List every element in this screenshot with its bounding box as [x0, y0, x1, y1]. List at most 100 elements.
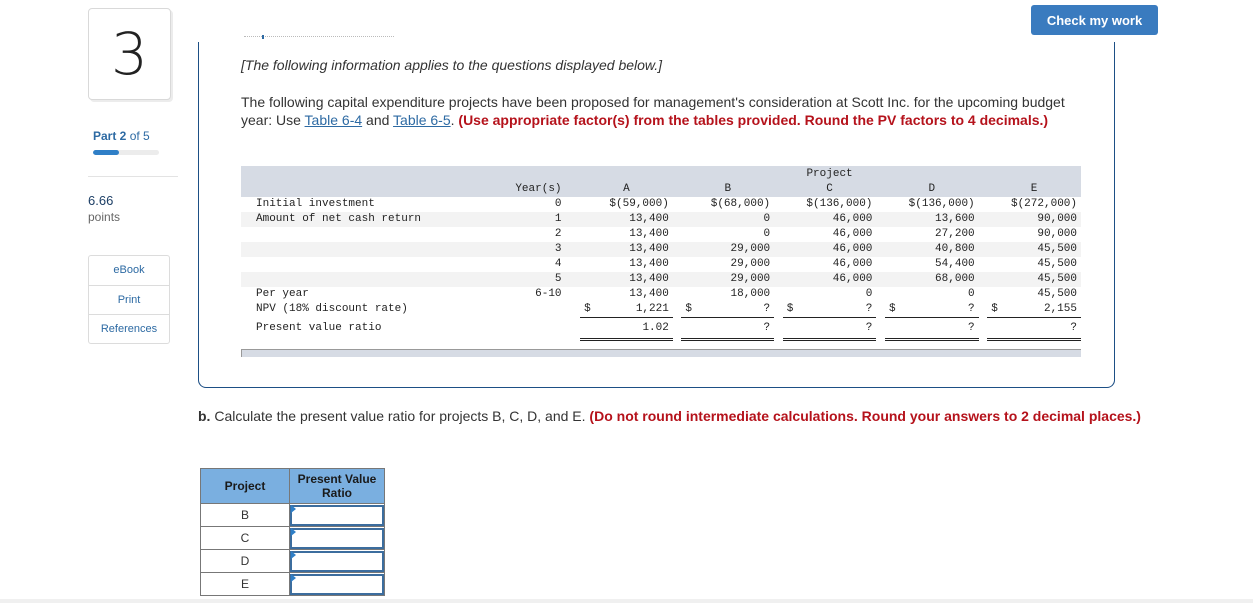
row-value: 90,000 — [1037, 228, 1077, 240]
row-value: 68,000 — [884, 272, 979, 287]
npv-row: NPV (18% discount rate) $1,221 $? $? $? … — [241, 302, 1081, 318]
group-header-project: Project — [782, 166, 877, 182]
answer-table: Project Present Value Ratio B C D E — [200, 468, 385, 596]
row-value: 13,400 — [629, 258, 669, 270]
check-my-work-button[interactable]: Check my work — [1031, 5, 1158, 35]
row-value: 40,800 — [884, 242, 979, 257]
part-current: Part 2 — [93, 129, 127, 143]
answer-project-label: D — [200, 549, 290, 573]
row-value: 46,000 — [782, 272, 877, 287]
answer-input-cell — [289, 572, 385, 596]
row-value: 45,500 — [987, 242, 1081, 257]
row-value: 13,400 — [580, 212, 673, 227]
row-label — [241, 242, 499, 257]
table-footer-bar — [241, 349, 1081, 357]
answer-input-cell — [289, 549, 385, 573]
answer-input-cell — [289, 526, 385, 550]
part-indicator: Part 2 of 5 — [93, 129, 150, 143]
pvr-c: ? — [782, 317, 877, 341]
pvr-e: ? — [987, 317, 1081, 341]
pvr-b: ? — [681, 317, 775, 341]
row-value: 90,000 — [987, 212, 1081, 227]
row-label — [241, 227, 499, 242]
input-marker-icon — [291, 551, 296, 559]
row-year: 0 — [554, 198, 562, 210]
npv-a: $1,221 — [580, 302, 673, 318]
print-link[interactable]: Print — [89, 285, 169, 314]
scroll-indicator — [244, 35, 394, 40]
answer-project-label: B — [200, 503, 290, 527]
row-value: $(272,000) — [1010, 198, 1077, 210]
answer-project-label: C — [200, 526, 290, 550]
npv-label: NPV (18% discount rate) — [256, 303, 408, 316]
row-year: 3 — [498, 242, 572, 257]
sidebar-divider — [88, 176, 178, 177]
row-value: $(68,000) — [710, 198, 771, 210]
question-number: 3 — [88, 8, 171, 100]
part-total: of 5 — [126, 129, 150, 143]
row-year: 2 — [554, 228, 562, 240]
year-header: Year(s) — [498, 182, 572, 197]
table-header-group-row: Project — [241, 166, 1081, 182]
bottom-bar — [0, 599, 1253, 603]
cash-flow-row: 3 13,400 29,000 46,000 40,800 45,500 — [241, 242, 1081, 257]
question-b-instruction: (Do not round intermediate calculations.… — [589, 408, 1141, 424]
input-marker-icon — [291, 574, 296, 582]
points-value: 6.66 — [88, 193, 114, 208]
row-label: Initial investment — [256, 198, 375, 210]
row-value: 45,500 — [1037, 258, 1077, 270]
row-value: 13,400 — [580, 272, 673, 287]
project-header-a: A — [580, 182, 673, 197]
answer-col-project: Project — [200, 468, 290, 504]
question-b-text: Calculate the present value ratio for pr… — [210, 408, 590, 424]
npv-e: $2,155 — [987, 302, 1081, 318]
answer-row: D — [200, 549, 385, 573]
intro-note: [The following information applies to th… — [241, 57, 663, 73]
npv-b: $? — [681, 302, 775, 318]
row-year: 1 — [498, 212, 572, 227]
row-value: 45,500 — [1037, 288, 1077, 300]
pv-ratio-input-e[interactable] — [290, 573, 384, 595]
project-header-e: E — [987, 182, 1081, 197]
ebook-link[interactable]: eBook — [89, 256, 169, 285]
answer-col-pv-ratio: Present Value Ratio — [289, 468, 385, 504]
project-header-c: C — [782, 182, 877, 197]
row-value: $(136,000) — [806, 198, 873, 210]
projects-data-table: Project Year(s) A B C D E Initial invest… — [241, 166, 1081, 357]
pv-ratio-input-b[interactable] — [290, 504, 384, 526]
row-value: 27,200 — [935, 228, 975, 240]
table-6-4-link[interactable]: Table 6-4 — [305, 112, 363, 128]
problem-statement: The following capital expenditure projec… — [241, 93, 1081, 129]
row-value: 54,400 — [935, 258, 975, 270]
problem-instruction: (Use appropriate factor(s) from the tabl… — [458, 112, 1049, 128]
answer-row: B — [200, 503, 385, 527]
pvr-a: 1.02 — [580, 317, 673, 341]
row-label — [241, 272, 499, 287]
pvr-label: Present value ratio — [256, 322, 382, 334]
input-marker-icon — [291, 505, 296, 513]
row-value: 29,000 — [681, 242, 775, 257]
cash-flow-row: Initial investment 0 $(59,000) $(68,000) $(1… — [241, 197, 1081, 212]
npv-d: $? — [884, 302, 979, 318]
row-value: 0 — [865, 288, 873, 300]
answer-project-label: E — [200, 572, 290, 596]
references-link[interactable]: References — [89, 314, 169, 343]
row-value: 45,500 — [987, 272, 1081, 287]
row-value: 46,000 — [832, 228, 873, 240]
row-value: 0 — [681, 212, 775, 227]
row-value: 18,000 — [730, 288, 771, 300]
problem-text-mid: and — [362, 112, 394, 128]
pv-ratio-input-c[interactable] — [290, 527, 384, 549]
pvr-d: ? — [884, 317, 979, 341]
cash-flow-row: Per year 6-10 13,400 18,000 0 0 45,500 — [241, 287, 1081, 302]
table-6-5-link[interactable]: Table 6-5 — [393, 112, 451, 128]
row-value: 13,400 — [629, 228, 669, 240]
npv-c: $? — [782, 302, 877, 318]
pv-ratio-input-d[interactable] — [290, 550, 384, 572]
row-value: $(136,000) — [908, 198, 975, 210]
input-marker-icon — [291, 528, 296, 536]
part-progress-fill — [93, 150, 120, 155]
row-value: 46,000 — [782, 212, 877, 227]
row-label — [241, 257, 499, 272]
part-progress-bar — [93, 150, 159, 155]
